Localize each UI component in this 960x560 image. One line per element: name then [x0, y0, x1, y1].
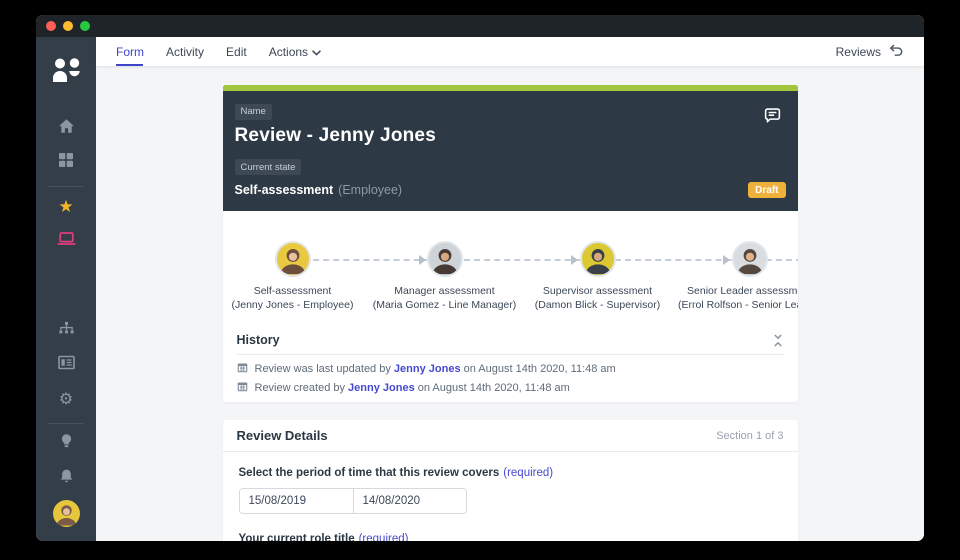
sidebar-item-workstation[interactable]: [36, 227, 96, 255]
user-link[interactable]: Jenny Jones: [394, 363, 461, 375]
workflow-step: Manager assessment (Maria Gomez - Line M…: [360, 241, 530, 312]
top-nav: Form Activity Edit Actions Reviews: [96, 37, 924, 67]
section-indicator: Section 1 of 3: [716, 429, 784, 442]
sidebar-item-dashboard[interactable]: [36, 148, 96, 176]
required-marker: (required): [503, 467, 554, 479]
sidebar-item-favorites[interactable]: ★: [36, 193, 96, 221]
reviews-back-link[interactable]: Reviews: [836, 44, 904, 60]
workflow-step: Self-assessment (Jenny Jones - Employee): [223, 241, 378, 312]
collapse-button[interactable]: [772, 334, 784, 347]
tab-form[interactable]: Form: [116, 45, 144, 59]
step-label: Senior Leader assessment (Errol Rolfson …: [678, 285, 798, 312]
gear-icon: ⚙: [58, 389, 74, 408]
history-text: Review created by: [254, 382, 349, 394]
people-logo-icon: [50, 57, 82, 90]
section-title: Review Details: [236, 428, 328, 443]
calendar-icon: [237, 381, 248, 395]
workflow-step: Supervisor assessment (Damon Blick - Sup…: [513, 241, 683, 312]
status-badge: Draft: [748, 182, 786, 198]
step-label: Supervisor assessment (Damon Blick - Sup…: [534, 285, 661, 312]
page-content: Name Review - Jenny Jones Current state …: [96, 67, 924, 541]
period-field-label: Select the period of time that this revi…: [238, 467, 500, 479]
sidebar-item-notifications[interactable]: [36, 464, 96, 492]
laptop-icon: [56, 231, 76, 251]
return-arrow-icon: [888, 44, 904, 60]
name-label-chip: Name: [234, 103, 272, 120]
step-avatar[interactable]: [426, 241, 463, 277]
table-icon: [57, 355, 75, 375]
history-text: on August 14th 2020, 11:48 am: [414, 382, 570, 394]
sidebar-item-settings[interactable]: ⚙: [36, 385, 96, 413]
sidebar-divider: [48, 423, 84, 424]
close-button[interactable]: [46, 21, 56, 31]
review-details-card: Review Details Section 1 of 3 Select the…: [222, 420, 798, 541]
zoom-button[interactable]: [80, 21, 90, 31]
required-marker: (required): [358, 533, 409, 541]
app-window: ★ ⚙ Form Activity Edit Actions Reviews N…: [36, 15, 924, 541]
current-state-value: Self-assessment: [234, 183, 334, 197]
date-from-input[interactable]: [239, 489, 353, 513]
history-text: on August 14th 2020, 11:48 am: [460, 363, 616, 375]
page-title: Review - Jenny Jones: [234, 124, 436, 146]
window-titlebar: [36, 15, 924, 37]
history-section: History Review was last updated by Jenny…: [223, 324, 798, 395]
role-field-label: Your current role title: [238, 533, 355, 541]
current-state-role: (Employee): [338, 183, 403, 197]
sidebar-item-home[interactable]: [36, 114, 96, 142]
home-icon: [58, 118, 75, 139]
step-label: Self-assessment (Jenny Jones - Employee): [231, 285, 354, 312]
star-icon: ★: [58, 196, 74, 217]
active-tab-indicator: [116, 64, 143, 66]
history-text: Review was last updated by: [254, 363, 394, 375]
review-header-card: Name Review - Jenny Jones Current state …: [222, 85, 798, 211]
sidebar-item-org-chart[interactable]: [36, 317, 96, 345]
minimize-button[interactable]: [63, 21, 73, 31]
tab-actions[interactable]: Actions: [269, 45, 321, 59]
step-avatar[interactable]: [579, 241, 616, 277]
step-avatar[interactable]: [731, 241, 768, 277]
step-label: Manager assessment (Maria Gomez - Line M…: [372, 285, 517, 312]
tab-activity[interactable]: Activity: [166, 45, 204, 59]
workflow-step: Senior Leader assessment (Errol Rolfson …: [665, 241, 798, 312]
workflow-history-card: Self-assessment (Jenny Jones - Employee)…: [222, 211, 798, 402]
comments-button[interactable]: [761, 104, 784, 131]
workflow-timeline: Self-assessment (Jenny Jones - Employee)…: [223, 211, 798, 324]
org-chart-icon: [58, 321, 75, 341]
dashboard-grid-icon: [58, 152, 74, 173]
history-entry: Review was last updated by Jenny Jones o…: [237, 362, 784, 376]
date-range-group: [238, 488, 467, 514]
current-state-chip: Current state: [234, 159, 302, 175]
history-entry: Review created by Jenny Jones on August …: [237, 381, 784, 395]
sidebar-item-reports[interactable]: [36, 351, 96, 379]
sidebar: ★ ⚙: [36, 37, 96, 541]
user-avatar[interactable]: [52, 500, 80, 527]
chevron-down-icon: [312, 45, 321, 59]
step-avatar[interactable]: [274, 241, 311, 277]
tab-edit[interactable]: Edit: [226, 45, 247, 59]
date-to-input[interactable]: [352, 489, 466, 513]
bell-icon: [59, 468, 74, 489]
history-title: History: [236, 333, 280, 347]
sidebar-item-ideas[interactable]: [36, 430, 96, 458]
lightbulb-icon: [60, 433, 73, 455]
user-link[interactable]: Jenny Jones: [348, 382, 415, 394]
sidebar-divider: [48, 186, 84, 187]
comment-icon: [761, 108, 784, 130]
calendar-icon: [237, 362, 248, 376]
